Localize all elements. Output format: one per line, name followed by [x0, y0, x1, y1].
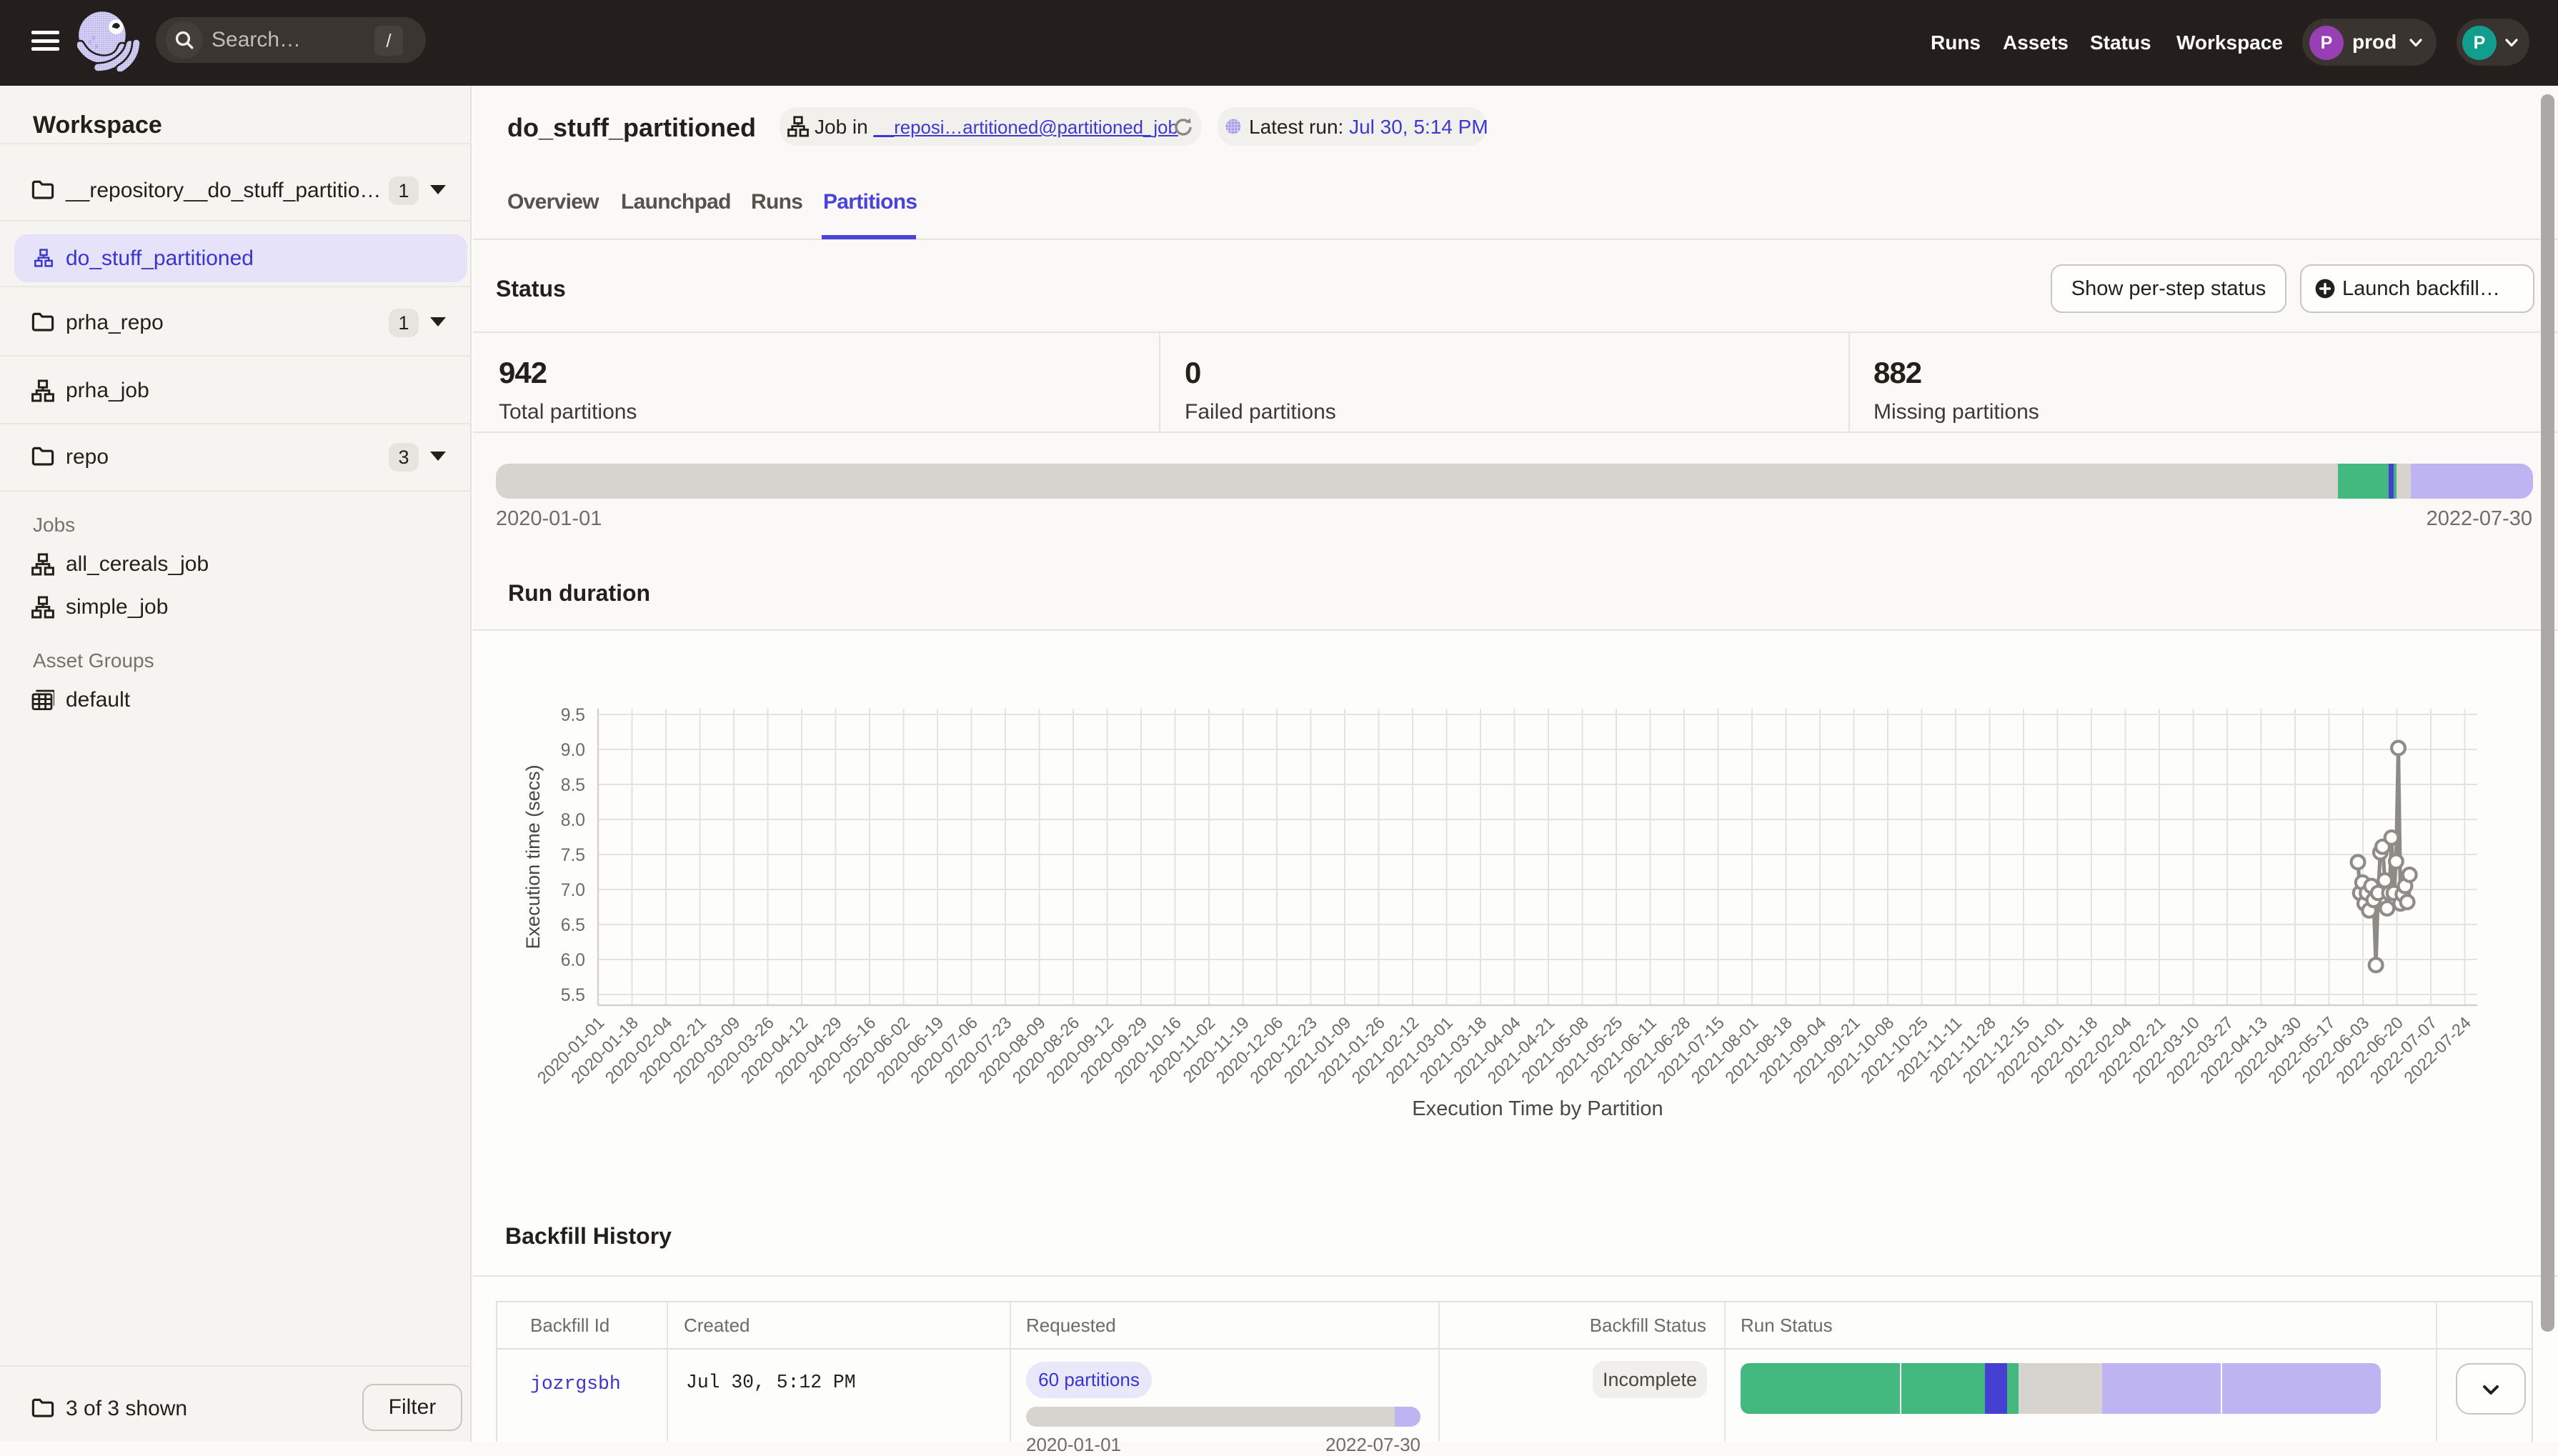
svg-text:6.0: 6.0 [561, 951, 585, 970]
svg-text:6.5: 6.5 [561, 916, 585, 935]
svg-text:Execution Time by Partition: Execution Time by Partition [1412, 1097, 1663, 1120]
svg-text:9.0: 9.0 [561, 741, 585, 760]
svg-text:5.5: 5.5 [561, 986, 585, 1005]
svg-text:9.5: 9.5 [561, 706, 585, 725]
svg-text:7.5: 7.5 [561, 846, 585, 865]
svg-text:8.5: 8.5 [561, 776, 585, 795]
svg-text:8.0: 8.0 [561, 811, 585, 830]
svg-text:7.0: 7.0 [561, 881, 585, 900]
svg-text:Execution time (secs): Execution time (secs) [522, 764, 544, 949]
